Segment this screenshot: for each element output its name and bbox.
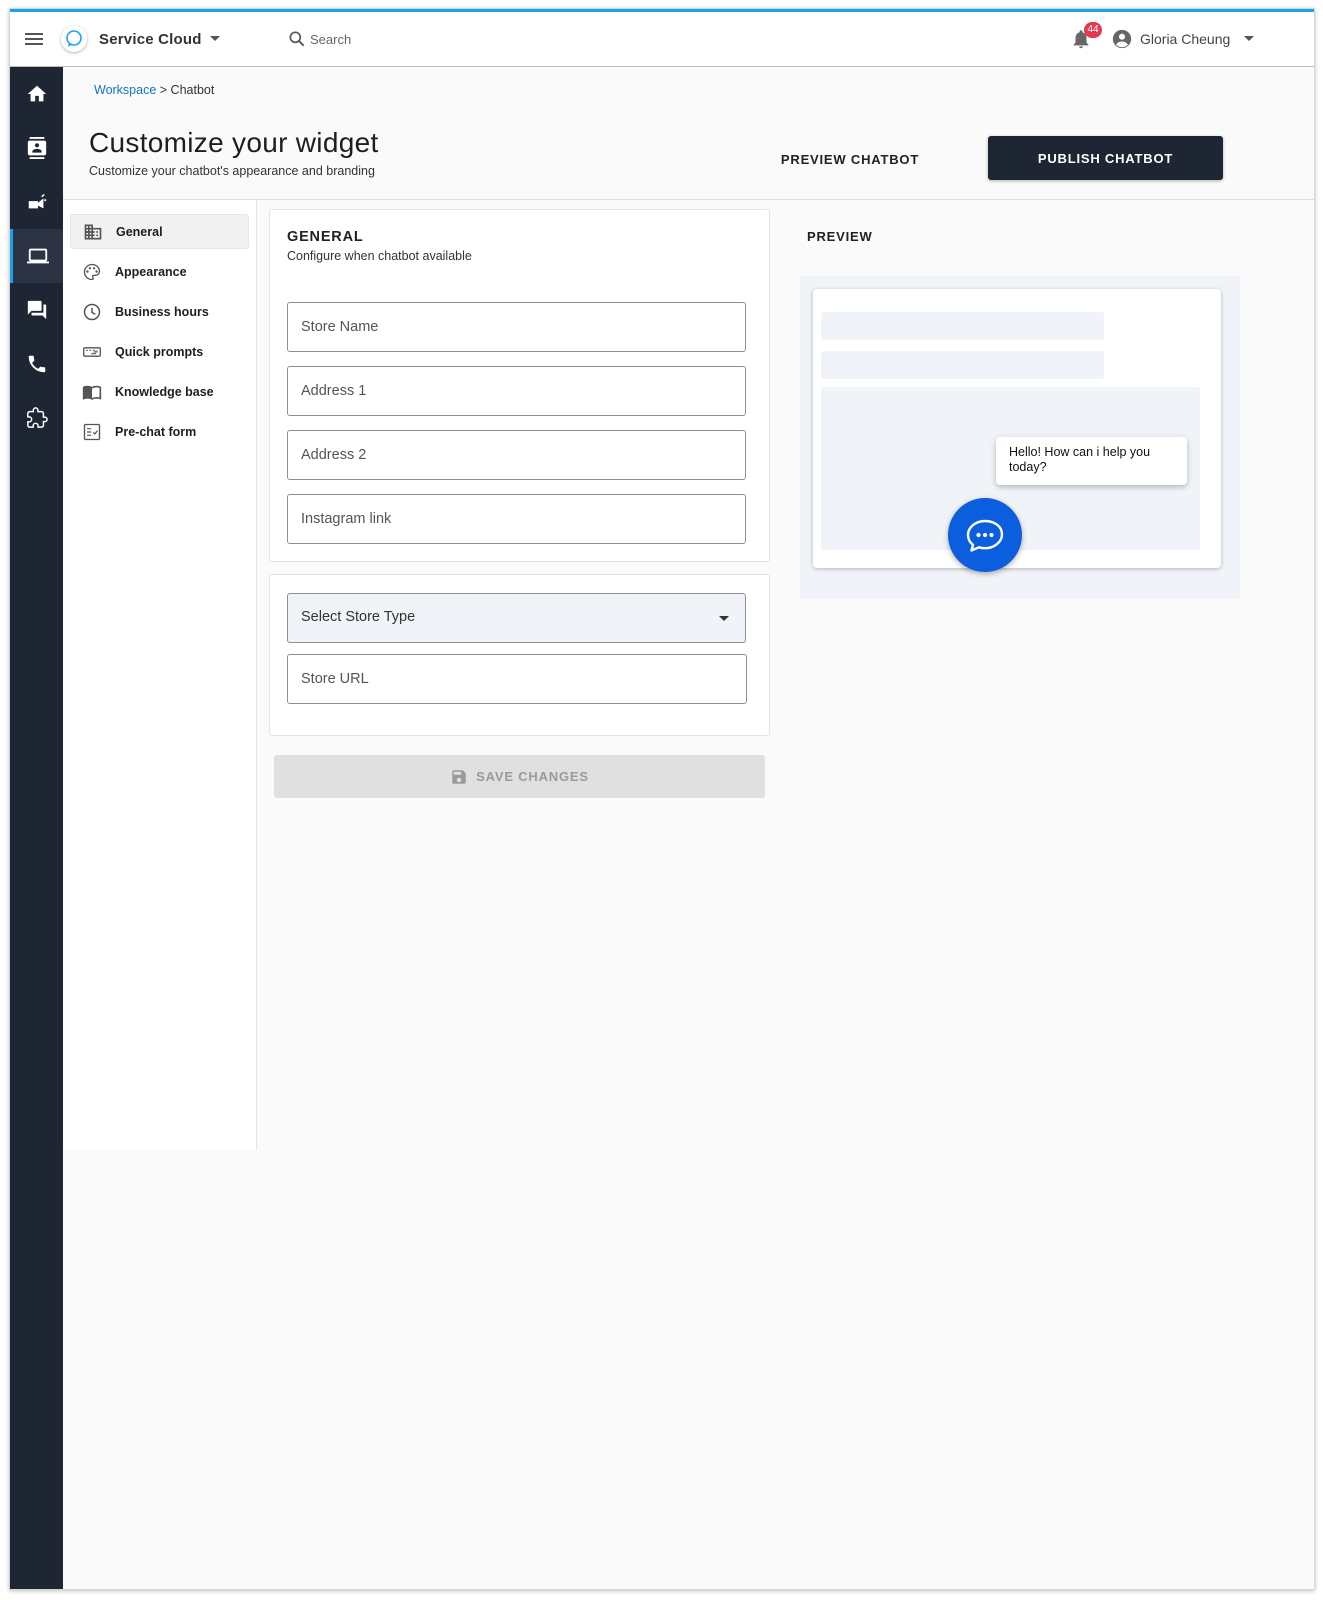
clock-icon xyxy=(81,301,103,323)
store-settings-card: Select Store Type xyxy=(269,574,770,736)
save-icon xyxy=(452,769,466,784)
address-2-input[interactable] xyxy=(288,431,745,479)
laptop-icon xyxy=(27,248,49,264)
rail-item-chat[interactable] xyxy=(10,283,63,337)
subnav-item-quick-prompts[interactable]: Quick prompts xyxy=(70,334,249,369)
subnav-label: General xyxy=(116,224,163,239)
breadcrumb: Workspace > Chatbot xyxy=(94,83,214,97)
general-section-title: GENERAL xyxy=(287,229,364,245)
store-name-field[interactable] xyxy=(287,302,746,352)
skeleton-line xyxy=(821,351,1104,379)
address-2-field[interactable] xyxy=(287,430,746,480)
hamburger-menu-icon[interactable] xyxy=(24,30,44,48)
rail-item-campaigns[interactable] xyxy=(10,175,63,229)
app-window: Service Cloud 44 Gloria Cheung xyxy=(9,8,1315,1590)
notification-count-badge: 44 xyxy=(1084,22,1102,38)
subnav-label: Knowledge base xyxy=(115,384,214,399)
chat-bubble-dots-icon xyxy=(966,519,1004,552)
user-menu-caret-icon[interactable] xyxy=(1244,36,1254,41)
book-icon xyxy=(81,381,103,403)
widget-preview-area: Hello! How can i help you today? xyxy=(800,276,1240,599)
campaign-icon xyxy=(28,193,46,209)
app-switcher-caret-icon[interactable] xyxy=(210,36,220,41)
chat-launcher-button[interactable] xyxy=(948,498,1022,572)
breadcrumb-separator: > xyxy=(156,83,171,97)
settings-subnav: General Appearance Business hours Quick … xyxy=(63,200,257,1150)
subnav-label: Quick prompts xyxy=(115,344,204,359)
search-input[interactable] xyxy=(310,28,550,50)
search-icon[interactable] xyxy=(287,29,307,49)
building-icon xyxy=(82,221,104,243)
store-type-select[interactable]: Select Store Type xyxy=(287,593,746,643)
contacts-icon xyxy=(27,137,46,159)
subnav-item-pre-chat-form[interactable]: Pre-chat form xyxy=(70,414,249,449)
rail-item-workspace[interactable] xyxy=(10,229,63,283)
save-changes-label: SAVE CHANGES xyxy=(476,769,589,784)
breadcrumb-current: Chatbot xyxy=(170,83,215,97)
top-bar: Service Cloud 44 Gloria Cheung xyxy=(10,12,1314,67)
address-1-input[interactable] xyxy=(288,367,745,415)
store-name-input[interactable] xyxy=(288,303,745,351)
instagram-link-field[interactable] xyxy=(287,494,746,544)
home-icon xyxy=(27,85,46,102)
checklist-icon xyxy=(81,421,103,443)
subnav-item-general[interactable]: General xyxy=(70,214,249,249)
breadcrumb-workspace-link[interactable]: Workspace xyxy=(94,83,156,97)
subnav-item-knowledge-base[interactable]: Knowledge base xyxy=(70,374,249,409)
subnav-label: Business hours xyxy=(115,304,209,319)
phone-icon xyxy=(28,355,45,373)
general-settings-card: GENERAL Configure when chatbot available xyxy=(269,209,770,562)
preview-chatbot-button[interactable]: PREVIEW CHATBOT xyxy=(766,137,934,181)
keyboard-icon xyxy=(81,341,103,363)
store-url-input[interactable] xyxy=(288,655,746,703)
save-changes-button[interactable]: SAVE CHANGES xyxy=(274,755,765,798)
dropdown-caret-icon xyxy=(719,616,729,621)
store-type-select-value: Select Store Type xyxy=(301,609,416,625)
user-name[interactable]: Gloria Cheung xyxy=(1140,31,1230,47)
app-logo-icon xyxy=(61,26,87,52)
subnav-label: Appearance xyxy=(115,264,187,279)
address-1-field[interactable] xyxy=(287,366,746,416)
puzzle-icon xyxy=(26,407,48,428)
palette-icon xyxy=(81,261,103,283)
subnav-item-business-hours[interactable]: Business hours xyxy=(70,294,249,329)
rail-item-contacts[interactable] xyxy=(10,121,63,175)
rail-item-home[interactable] xyxy=(10,67,63,121)
preview-page-mock: Hello! How can i help you today? xyxy=(813,289,1221,572)
rail-item-phone[interactable] xyxy=(10,337,63,391)
subnav-item-appearance[interactable]: Appearance xyxy=(70,254,249,289)
publish-chatbot-button[interactable]: PUBLISH CHATBOT xyxy=(988,136,1223,180)
greeting-bubble: Hello! How can i help you today? xyxy=(996,437,1187,485)
skeleton-line xyxy=(821,312,1104,340)
page-subtitle: Customize your chatbot's appearance and … xyxy=(89,164,375,178)
chat-icon xyxy=(27,300,46,320)
app-name[interactable]: Service Cloud xyxy=(99,31,202,48)
nav-rail xyxy=(10,67,63,1589)
general-section-subtitle: Configure when chatbot available xyxy=(287,249,472,263)
rail-item-integrations[interactable] xyxy=(10,391,63,445)
subnav-label: Pre-chat form xyxy=(115,424,197,439)
instagram-link-input[interactable] xyxy=(288,495,745,543)
page-title: Customize your widget xyxy=(89,127,379,158)
store-url-field[interactable] xyxy=(287,654,747,704)
user-avatar-icon[interactable] xyxy=(1111,28,1133,50)
preview-label: PREVIEW xyxy=(807,229,873,244)
